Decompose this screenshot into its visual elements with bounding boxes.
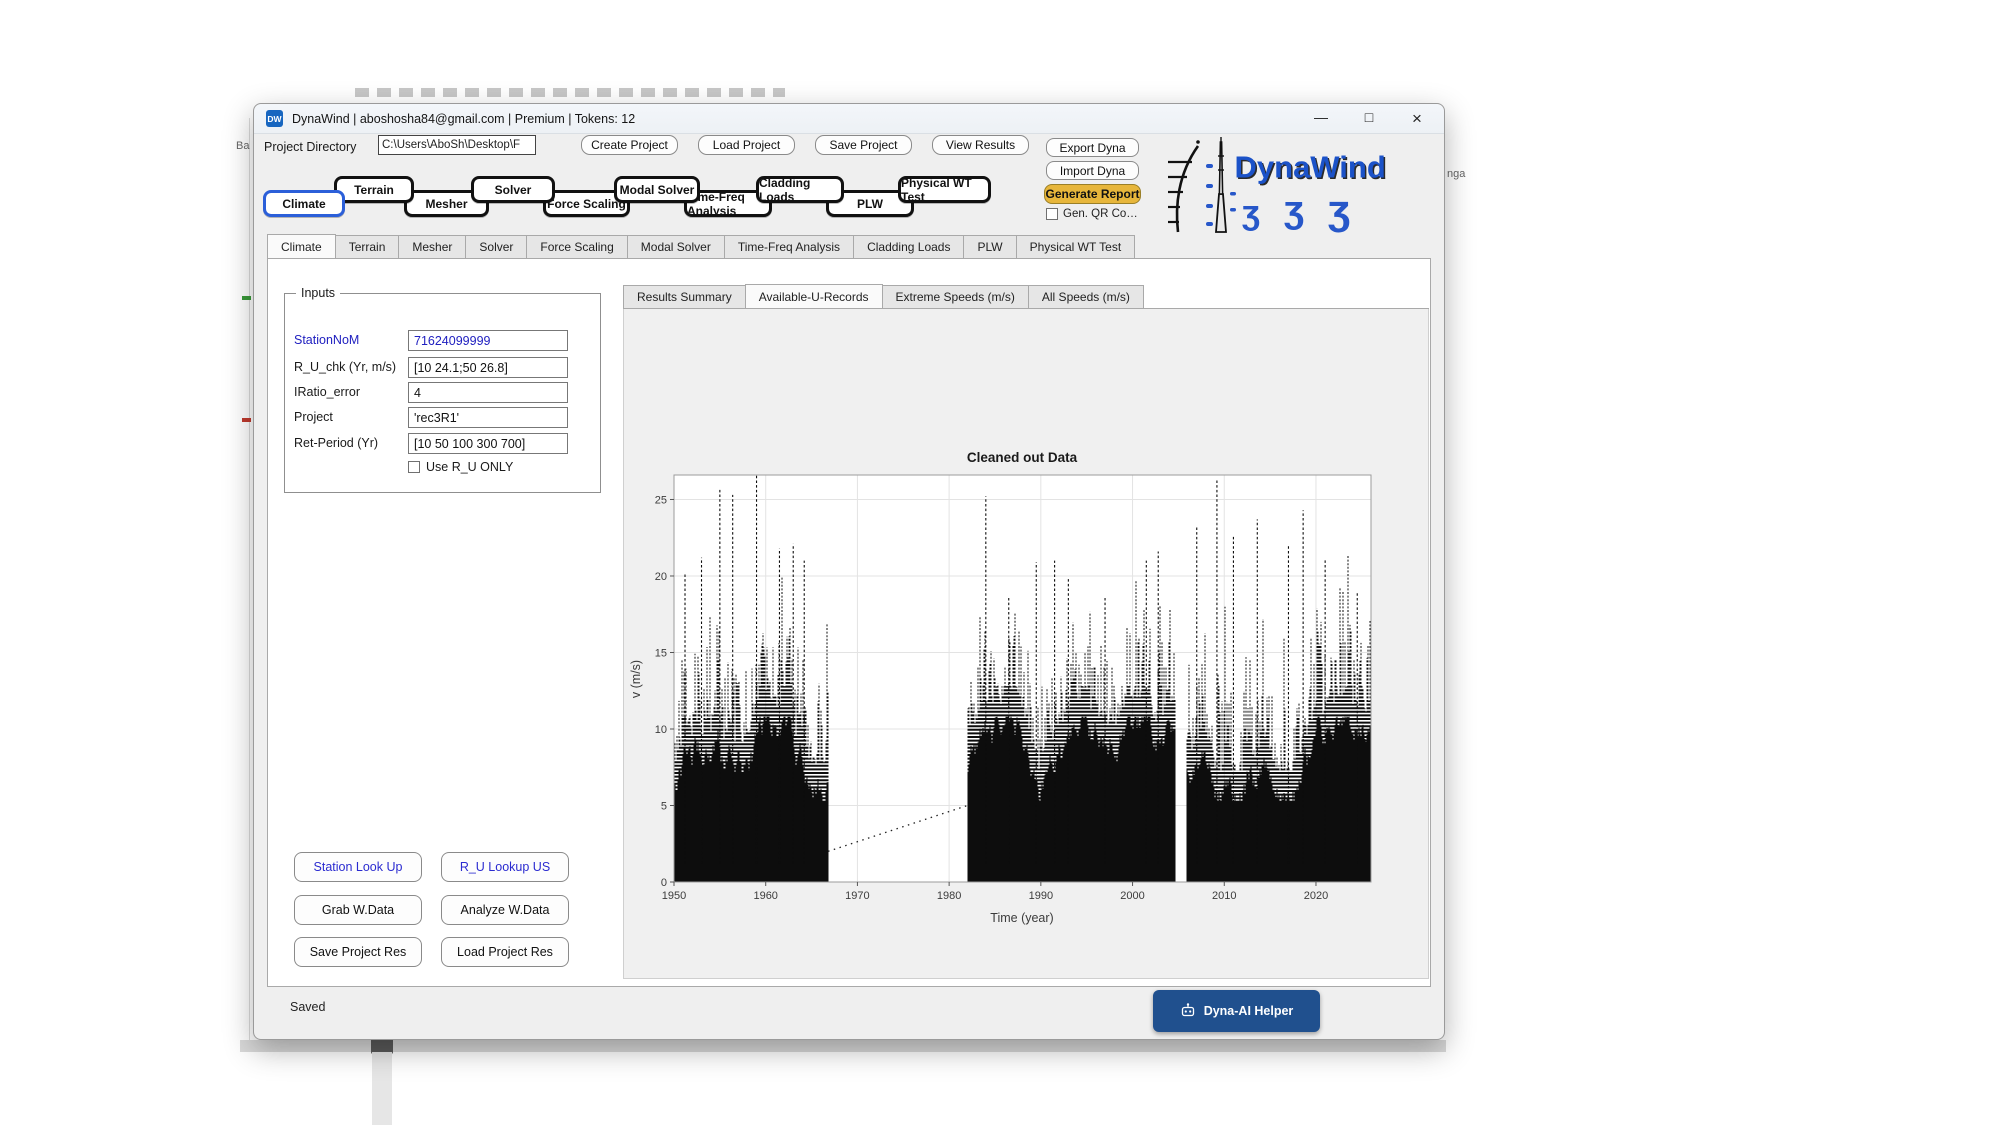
station-label: StationNoM	[294, 333, 360, 347]
svg-text:2010: 2010	[1212, 890, 1236, 902]
svg-text:5: 5	[661, 800, 667, 812]
chart-xlabel: Time (year)	[990, 911, 1053, 925]
background-scrollbar	[372, 1052, 392, 1125]
robot-icon	[1181, 1003, 1194, 1017]
grab-wdata-button[interactable]: Grab W.Data	[294, 895, 422, 925]
flow-tab-climate[interactable]: Climate	[263, 190, 345, 217]
maximize-icon[interactable]: □	[1358, 109, 1380, 129]
svg-text:1980: 1980	[937, 890, 961, 902]
status-text: Saved	[290, 1000, 326, 1014]
svg-text:1960: 1960	[753, 890, 777, 902]
title-bar: DW DynaWind | aboshosha84@gmail.com | Pr…	[254, 104, 1444, 134]
background-artifact	[240, 1040, 1446, 1052]
results-panel: Results Summary Available-U-Records Extr…	[623, 284, 1429, 979]
results-chart: 1950 1960 1970 1980 1990 2000 2010 2020 0 5 10 15 20…	[629, 450, 1372, 925]
flow-tab-physical-wt-test[interactable]: Physical WT Test	[898, 176, 991, 203]
flow-tab-cladding-loads[interactable]: Cladding Loads	[756, 176, 844, 203]
import-dyna-button[interactable]: Import Dyna	[1046, 161, 1139, 180]
svg-text:15: 15	[655, 647, 667, 659]
wind-swirl-icon: ʒ	[1328, 186, 1350, 233]
tab-modal-solver[interactable]: Modal Solver	[626, 235, 725, 258]
background-text-fragment: nga	[1447, 168, 1466, 180]
tab-available-u-records[interactable]: Available-U-Records	[744, 284, 883, 308]
tab-time-freq-analysis[interactable]: Time-Freq Analysis	[723, 235, 855, 258]
tab-cladding-loads[interactable]: Cladding Loads	[853, 235, 965, 258]
background-artifact	[242, 296, 251, 300]
use-ru-only-checkbox[interactable]	[408, 461, 420, 473]
tab-terrain[interactable]: Terrain	[334, 235, 400, 258]
svg-text:20: 20	[655, 571, 667, 583]
create-project-button[interactable]: Create Project	[581, 135, 678, 155]
background-artifact	[242, 418, 251, 422]
svg-text:10: 10	[655, 724, 667, 736]
gen-qr-label: Gen. QR Co…	[1063, 208, 1138, 220]
station-lookup-button[interactable]: Station Look Up	[294, 852, 422, 882]
tab-physical-wt-test[interactable]: Physical WT Test	[1015, 235, 1136, 258]
save-project-res-button[interactable]: Save Project Res	[294, 937, 422, 967]
generate-report-button[interactable]: Generate Report	[1044, 184, 1141, 204]
project-directory-label: Project Directory	[264, 140, 357, 154]
window-title: DynaWind | aboshosha84@gmail.com | Premi…	[292, 111, 636, 126]
background-artifact	[355, 88, 785, 97]
inputs-title: Inputs	[296, 286, 341, 300]
background-text-fragment: Ba	[236, 140, 250, 152]
chart-ylabel: v (m/s)	[629, 660, 643, 698]
svg-text:1950: 1950	[662, 890, 686, 902]
chart-title: Cleaned out Data	[967, 450, 1078, 465]
svg-text:1990: 1990	[1029, 890, 1053, 902]
tab-climate[interactable]: Climate	[267, 234, 336, 258]
iratio-label: IRatio_error	[294, 385, 360, 399]
svg-text:25: 25	[655, 494, 667, 506]
results-tab-strip: Results Summary Available-U-Records Extr…	[623, 284, 1429, 309]
ret-period-label: Ret-Period (Yr)	[294, 436, 379, 450]
svg-text:1970: 1970	[845, 890, 869, 902]
flow-tab-solver[interactable]: Solver	[471, 176, 555, 203]
use-ru-only-label: Use R_U ONLY	[426, 460, 514, 474]
view-results-button[interactable]: View Results	[932, 135, 1029, 155]
wind-swirl-icon: ʒ	[1242, 194, 1260, 232]
dynawind-window: DW DynaWind | aboshosha84@gmail.com | Pr…	[253, 103, 1445, 1040]
ai-button-label: Dyna-AI Helper	[1203, 1004, 1294, 1018]
wind-profile-icon	[1168, 140, 1200, 233]
project-directory-input[interactable]	[378, 135, 536, 155]
svg-text:2000: 2000	[1120, 890, 1144, 902]
flow-tab-modal-solver[interactable]: Modal Solver	[614, 176, 700, 203]
app-icon: DW	[266, 110, 283, 127]
tab-results-summary[interactable]: Results Summary	[623, 285, 746, 308]
dyna-ai-helper-button[interactable]: Dyna-AI Helper	[1153, 990, 1320, 1032]
ru-chk-label: R_U_chk (Yr, m/s)	[294, 360, 397, 374]
ru-chk-input[interactable]	[408, 357, 568, 378]
tab-all-speeds[interactable]: All Speeds (m/s)	[1027, 285, 1144, 308]
gen-qr-checkbox[interactable]	[1046, 208, 1058, 220]
tab-plw[interactable]: PLW	[963, 235, 1017, 258]
tab-force-scaling[interactable]: Force Scaling	[526, 235, 628, 258]
mast-icon	[1215, 137, 1227, 233]
load-project-res-button[interactable]: Load Project Res	[441, 937, 569, 967]
svg-text:0: 0	[661, 877, 667, 889]
ru-lookup-us-button[interactable]: R_U Lookup US	[441, 852, 569, 882]
project-label: Project	[294, 410, 333, 424]
tab-solver[interactable]: Solver	[465, 235, 528, 258]
ret-period-input[interactable]	[408, 433, 568, 454]
iratio-input[interactable]	[408, 382, 568, 403]
wind-swirl-icon: ʒ	[1284, 189, 1304, 231]
tab-mesher[interactable]: Mesher	[398, 235, 467, 258]
project-input[interactable]	[408, 407, 568, 428]
svg-text:2020: 2020	[1304, 890, 1328, 902]
export-dyna-button[interactable]: Export Dyna	[1046, 138, 1139, 157]
close-icon[interactable]: ×	[1406, 109, 1428, 129]
logo-text: DynaWind	[1235, 150, 1386, 185]
dynawind-logo: DynaWind DynaWind ʒ ʒ ʒ	[1168, 137, 1387, 233]
load-project-button[interactable]: Load Project	[698, 135, 795, 155]
save-project-button[interactable]: Save Project	[815, 135, 912, 155]
station-input[interactable]	[408, 330, 568, 351]
tab-extreme-speeds[interactable]: Extreme Speeds (m/s)	[881, 285, 1029, 308]
figure-area: 1950 1960 1970 1980 1990 2000 2010 2020 0 5 10 15 20…	[623, 309, 1429, 979]
main-tab-strip: Climate Terrain Mesher Solver Force Scal…	[267, 234, 1431, 259]
flow-tab-terrain[interactable]: Terrain	[334, 176, 414, 203]
logo-blue-dashes	[1206, 164, 1213, 226]
background-artifact	[249, 118, 250, 1043]
analyze-wdata-button[interactable]: Analyze W.Data	[441, 895, 569, 925]
minimize-icon[interactable]: —	[1310, 109, 1332, 129]
